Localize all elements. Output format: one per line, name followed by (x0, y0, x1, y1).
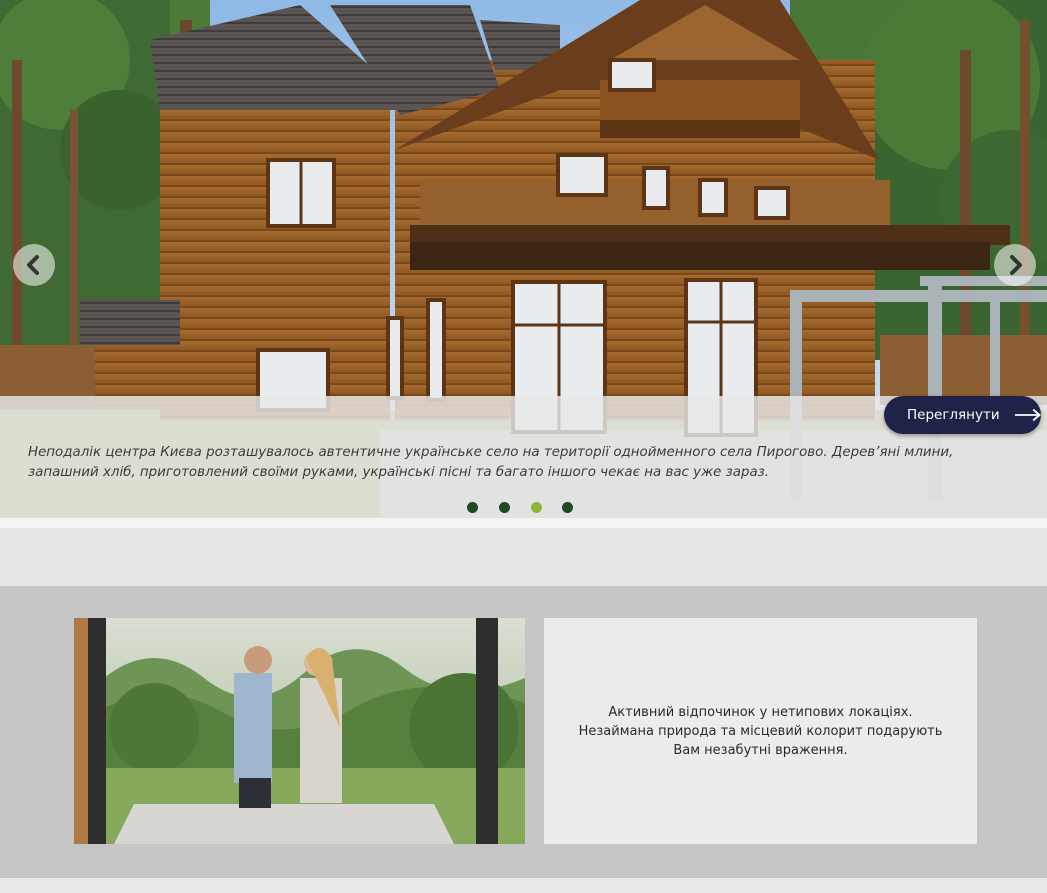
hero-slider: Неподалік центра Києва розташувалось авт… (0, 0, 1047, 518)
chevron-right-icon (1010, 255, 1022, 275)
feature-photo-couple (74, 618, 525, 844)
slider-dot[interactable] (562, 502, 573, 513)
arrow-right-icon (1014, 408, 1041, 422)
slider-pagination (0, 502, 1047, 514)
view-button-label: Переглянути (907, 407, 1000, 423)
section-divider-bottom (0, 878, 1047, 893)
slider-dot[interactable] (467, 502, 478, 513)
slider-prev-button[interactable] (13, 244, 55, 286)
section-divider (0, 518, 1047, 528)
view-button[interactable]: Переглянути (884, 396, 1041, 434)
slider-next-button[interactable] (994, 244, 1036, 286)
slider-dot-active[interactable] (531, 502, 542, 513)
slider-dot[interactable] (499, 502, 510, 513)
feature-description: Активний відпочинок у нетипових локаціях… (578, 704, 943, 758)
slide-caption: Неподалік центра Києва розташувалось авт… (28, 445, 954, 480)
feature-text-card: Активний відпочинок у нетипових локаціях… (544, 618, 977, 844)
chevron-left-icon (27, 255, 39, 275)
